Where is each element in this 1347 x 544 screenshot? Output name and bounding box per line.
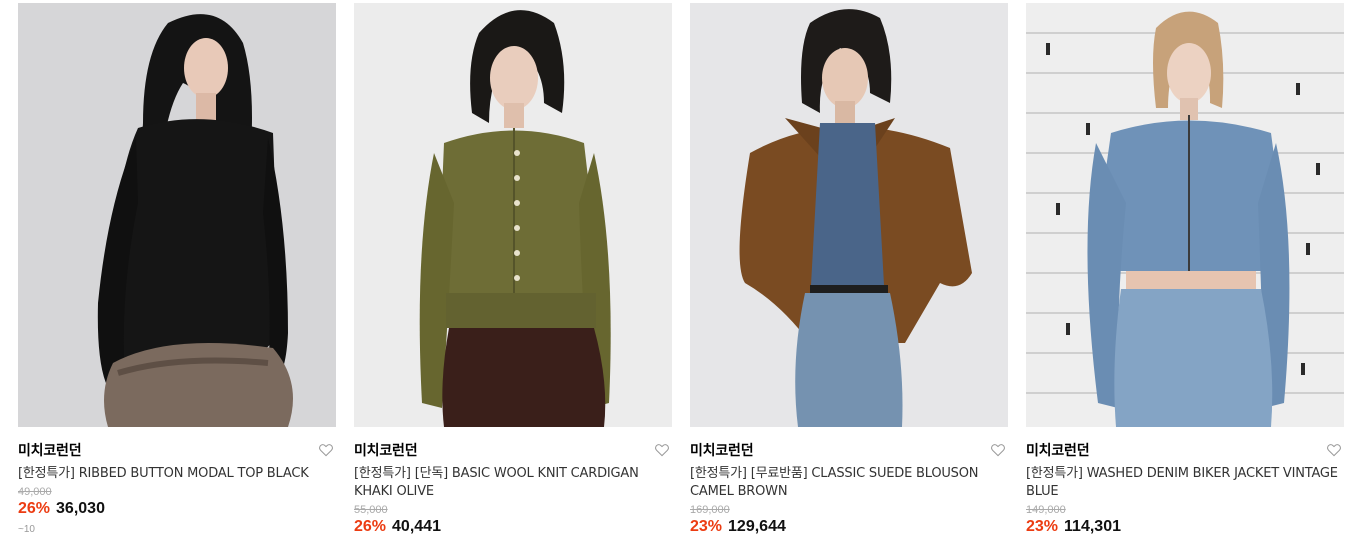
model-photo-suede-blouson <box>690 3 1008 427</box>
discount-rate: 23% <box>690 518 723 535</box>
price-row: 23% 114,301 <box>1026 518 1344 536</box>
brand-name[interactable]: 미치코런던 <box>690 440 754 460</box>
sale-price: 40,441 <box>392 518 441 535</box>
sale-price: 129,644 <box>728 518 786 535</box>
model-photo-denim-jacket <box>1026 3 1344 427</box>
brand-row: 미치코런던 <box>18 441 336 459</box>
product-grid: 미치코런던 [한정특가] RIBBED BUTTON MODAL TOP BLA… <box>18 3 1344 536</box>
product-card[interactable]: 미치코런던 [한정특가] [무료반품] CLASSIC SUEDE BLOUSO… <box>690 3 1008 536</box>
sale-price: 36,030 <box>56 500 105 517</box>
original-price: 149,000 <box>1026 504 1066 516</box>
heart-icon[interactable] <box>990 442 1006 458</box>
heart-icon[interactable] <box>654 442 670 458</box>
price-row: 26% 40,441 <box>354 518 672 536</box>
product-name[interactable]: [한정특가] WASHED DENIM BIKER JACKET VINTAGE… <box>1026 465 1344 501</box>
brand-name[interactable]: 미치코런던 <box>354 440 418 460</box>
original-price: 55,000 <box>354 504 388 516</box>
price-row: 23% 129,644 <box>690 518 1008 536</box>
product-image[interactable] <box>354 3 672 427</box>
product-card[interactable]: 미치코런던 [한정특가] [단독] BASIC WOOL KNIT CARDIG… <box>354 3 672 536</box>
original-price: 169,000 <box>690 504 730 516</box>
product-name[interactable]: [한정특가] [무료반품] CLASSIC SUEDE BLOUSON CAME… <box>690 465 1008 501</box>
brand-name[interactable]: 미치코런던 <box>1026 440 1090 460</box>
brand-name[interactable]: 미치코런던 <box>18 440 82 460</box>
brand-row: 미치코런던 <box>690 441 1008 459</box>
product-card[interactable]: 미치코런던 [한정특가] RIBBED BUTTON MODAL TOP BLA… <box>18 3 336 536</box>
discount-rate: 26% <box>18 500 51 517</box>
model-photo-olive-cardigan <box>354 3 672 427</box>
discount-rate: 23% <box>1026 518 1059 535</box>
brand-row: 미치코런던 <box>354 441 672 459</box>
product-name[interactable]: [한정특가] [단독] BASIC WOOL KNIT CARDIGAN KHA… <box>354 465 672 501</box>
discount-rate: 26% <box>354 518 387 535</box>
extra-info: ~10 <box>18 524 35 535</box>
heart-icon[interactable] <box>318 442 334 458</box>
sale-price: 114,301 <box>1064 518 1121 535</box>
product-image[interactable] <box>1026 3 1344 427</box>
product-image[interactable] <box>18 3 336 427</box>
brand-row: 미치코런던 <box>1026 441 1344 459</box>
original-price: 49,000 <box>18 486 52 498</box>
model-photo-black-top <box>18 3 336 427</box>
price-row: 26% 36,030 <box>18 500 336 518</box>
product-image[interactable] <box>690 3 1008 427</box>
product-card[interactable]: 미치코런던 [한정특가] WASHED DENIM BIKER JACKET V… <box>1026 3 1344 536</box>
heart-icon[interactable] <box>1326 442 1342 458</box>
product-name[interactable]: [한정특가] RIBBED BUTTON MODAL TOP BLACK <box>18 465 336 483</box>
